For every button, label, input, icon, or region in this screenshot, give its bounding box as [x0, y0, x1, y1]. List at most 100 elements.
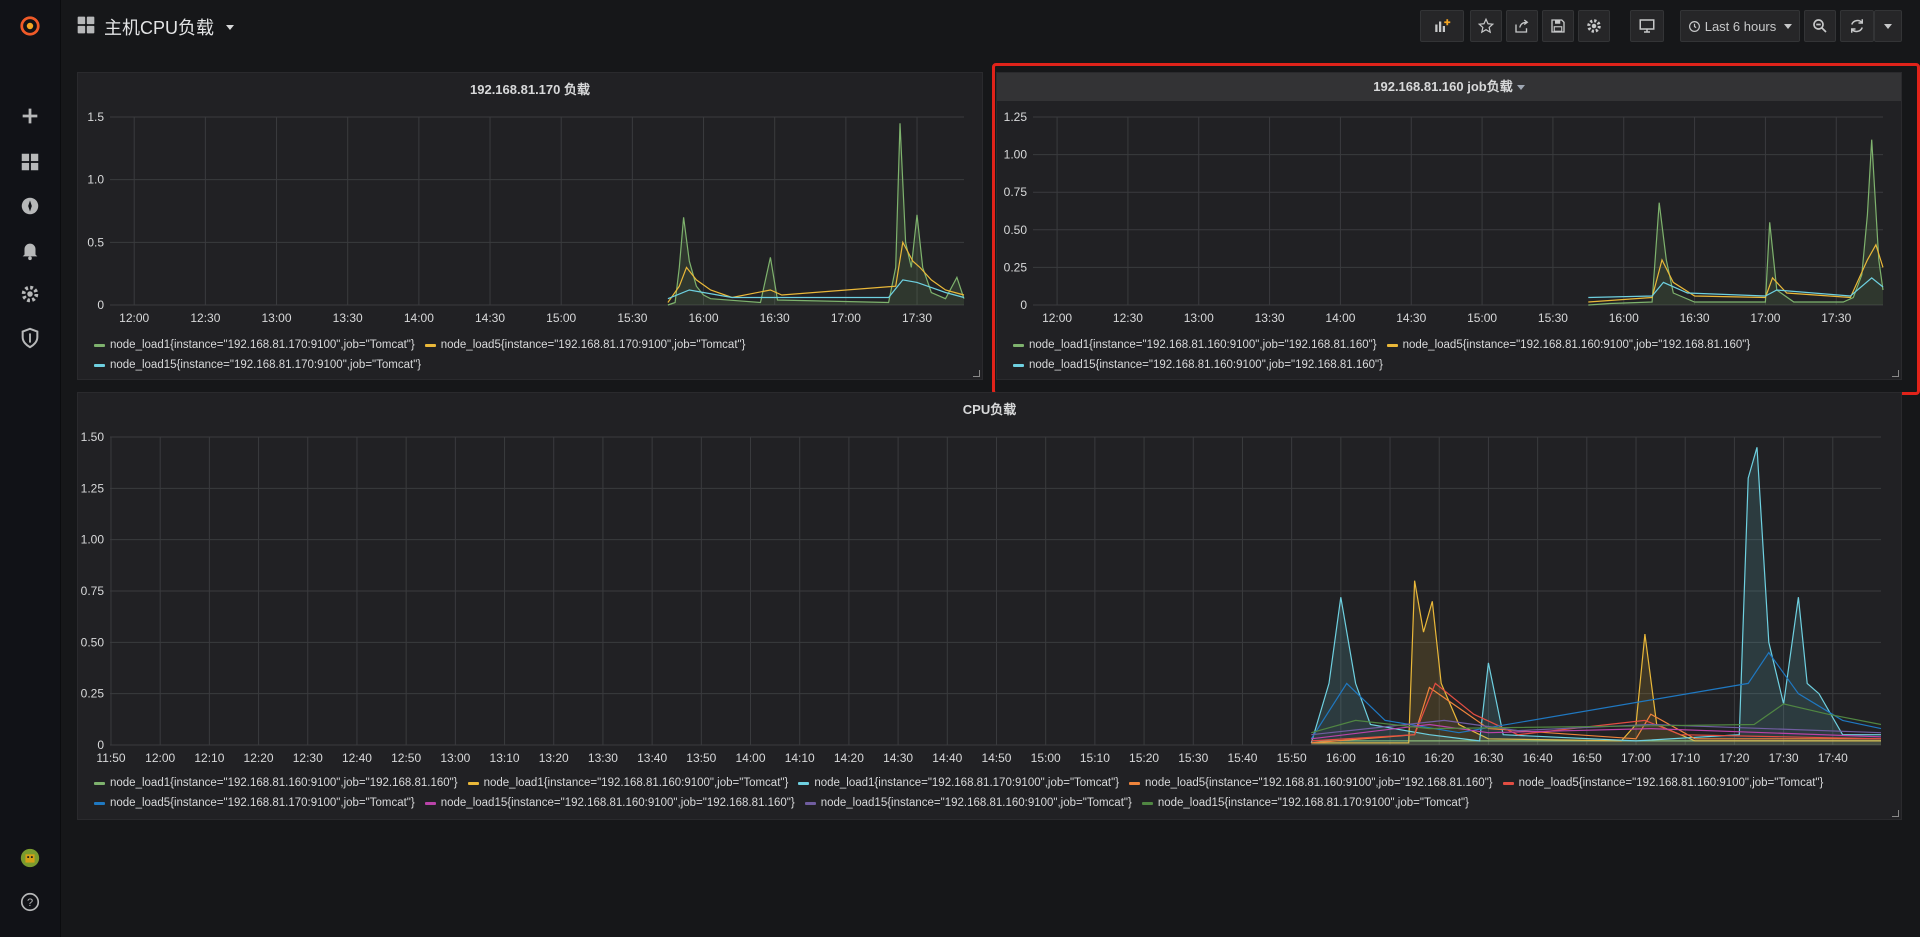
x-tick-label: 16:10 — [1375, 751, 1405, 765]
chevron-down-icon — [1516, 85, 1525, 91]
refresh-button[interactable] — [1840, 10, 1874, 42]
legend-item[interactable]: node_load1{instance="192.168.81.160:9100… — [1013, 336, 1377, 355]
refresh-interval-dropdown[interactable] — [1874, 10, 1902, 42]
y-tick-label: 1.0 — [87, 173, 104, 187]
legend-swatch — [1013, 364, 1024, 367]
legend-label: node_load5{instance="192.168.81.160:9100… — [1145, 777, 1493, 789]
share-button[interactable] — [1506, 10, 1538, 42]
user-avatar-icon[interactable] — [14, 842, 46, 874]
graph-cpu-load[interactable]: 0 0.25 0.50 0.75 1.00 1.25 1.50 11:50 12:00 12:10… — [78, 423, 1903, 823]
y-tick-label: 1.5 — [87, 110, 104, 124]
legend-item[interactable]: node_load15{instance="192.168.81.170:910… — [94, 356, 421, 375]
zoom-out-icon — [1813, 19, 1827, 33]
legend-swatch — [94, 344, 105, 347]
legend-swatch — [1013, 344, 1024, 347]
configuration-gear-icon[interactable] — [14, 278, 46, 310]
settings-button[interactable] — [1578, 10, 1610, 42]
legend-item[interactable]: node_load15{instance="192.168.81.170:910… — [1141, 794, 1469, 813]
resize-handle[interactable] — [1892, 810, 1899, 817]
x-tick-label: 14:30 — [475, 311, 505, 325]
series-line[interactable] — [1588, 243, 1884, 303]
time-range-picker[interactable]: Last 6 hours — [1680, 10, 1800, 42]
legend-item[interactable]: node_load5{instance="192.168.81.160:9100… — [1502, 774, 1823, 793]
x-tick-label: 14:00 — [1325, 311, 1355, 325]
clock-icon — [1688, 20, 1700, 32]
legend-label: node_load15{instance="192.168.81.170:910… — [1157, 797, 1469, 809]
resize-handle[interactable] — [973, 370, 980, 377]
legend-item[interactable]: node_load5{instance="192.168.81.160:9100… — [1129, 774, 1493, 793]
plus-icon[interactable] — [14, 100, 46, 132]
x-tick-label: 17:00 — [1750, 311, 1780, 325]
x-tick-label: 15:30 — [617, 311, 647, 325]
panel-host-160-job-load[interactable]: 192.168.81.160 job负载 0 0.25 0.50 0.75 1.00 1.… — [996, 72, 1902, 380]
sidebar: ? — [0, 0, 61, 937]
dashboard-picker[interactable]: 主机CPU负载 — [76, 14, 235, 40]
x-tick-label: 16:20 — [1424, 751, 1454, 765]
star-button[interactable] — [1470, 10, 1502, 42]
alerting-bell-icon[interactable] — [14, 234, 46, 266]
panel-cpu-load[interactable]: CPU负载 0 0.25 0.50 0.75 1.00 1.25 1.50 11:50 12:0… — [77, 392, 1902, 820]
y-tick-label: 1.50 — [81, 430, 105, 444]
legend-label: node_load1{instance="192.168.81.170:9100… — [110, 339, 415, 351]
x-tick-label: 17:00 — [1621, 751, 1651, 765]
legend-item[interactable]: node_load5{instance="192.168.81.170:9100… — [424, 336, 745, 355]
x-tick-label: 12:10 — [194, 751, 224, 765]
add-panel-button[interactable] — [1420, 10, 1464, 42]
zoom-out-button[interactable] — [1804, 10, 1836, 42]
panel-title[interactable]: 192.168.81.170 负载 — [78, 79, 982, 98]
series-line[interactable] — [1588, 277, 1884, 299]
legend-label: node_load1{instance="192.168.81.170:9100… — [814, 777, 1120, 789]
legend-item[interactable]: node_load1{instance="192.168.81.170:9100… — [94, 336, 415, 355]
chevron-down-icon — [226, 24, 235, 30]
grafana-logo-icon[interactable] — [14, 10, 46, 42]
save-button[interactable] — [1542, 10, 1574, 42]
dashboards-icon[interactable] — [14, 146, 46, 178]
explore-compass-icon[interactable] — [14, 190, 46, 222]
y-tick-label: 0.25 — [1004, 260, 1028, 274]
legend-item[interactable]: node_load1{instance="192.168.81.170:9100… — [798, 774, 1119, 793]
series-line[interactable] — [1588, 139, 1884, 306]
x-tick-label: 17:20 — [1719, 751, 1749, 765]
legend-item[interactable]: node_load1{instance="192.168.81.160:9100… — [467, 774, 788, 793]
chevron-down-icon — [1784, 23, 1793, 29]
x-tick-label: 15:40 — [1227, 751, 1257, 765]
panel-title-menu[interactable]: 192.168.81.160 job负载 — [997, 73, 1901, 101]
x-tick-label: 13:30 — [1255, 311, 1285, 325]
star-icon — [1477, 17, 1495, 34]
resize-handle[interactable] — [1892, 370, 1899, 377]
save-icon — [1551, 19, 1565, 33]
legend-item[interactable]: node_load15{instance="192.168.81.160:910… — [804, 794, 1132, 813]
x-tick-label: 15:50 — [1277, 751, 1307, 765]
x-tick-label: 16:50 — [1572, 751, 1602, 765]
tv-mode-button[interactable] — [1630, 10, 1664, 42]
panel-title: 192.168.81.160 job负载 — [1373, 79, 1513, 94]
x-tick-label: 12:30 — [293, 751, 323, 765]
x-tick-label: 16:00 — [1326, 751, 1356, 765]
server-admin-shield-icon[interactable] — [14, 322, 46, 354]
top-navbar: 主机CPU负载 Last 6 hours — [60, 0, 1920, 54]
legend-item[interactable]: node_load15{instance="192.168.81.160:910… — [1013, 356, 1383, 375]
x-tick-label: 14:00 — [404, 311, 434, 325]
x-tick-label: 17:00 — [831, 311, 861, 325]
legend-item[interactable]: node_load15{instance="192.168.81.160:910… — [424, 794, 795, 813]
legend-item[interactable]: node_load1{instance="192.168.81.160:9100… — [94, 774, 458, 793]
x-tick-label: 14:50 — [981, 751, 1011, 765]
y-tick-label: 1.25 — [1004, 110, 1028, 124]
legend-swatch — [1141, 802, 1153, 805]
help-icon[interactable]: ? — [14, 886, 46, 918]
legend: node_load1{instance="192.168.81.170:9100… — [94, 335, 954, 375]
legend-swatch — [424, 802, 436, 805]
legend-item[interactable]: node_load5{instance="192.168.81.160:9100… — [1386, 336, 1750, 355]
legend-item[interactable]: node_load5{instance="192.168.81.170:9100… — [94, 794, 415, 813]
x-tick-label: 14:30 — [1396, 311, 1426, 325]
legend-swatch — [1386, 344, 1398, 347]
y-tick-label: 1.00 — [81, 533, 105, 547]
panel-title[interactable]: CPU负载 — [78, 399, 1901, 418]
legend-label: node_load15{instance="192.168.81.160:910… — [820, 797, 1132, 809]
x-tick-label: 12:30 — [1113, 311, 1143, 325]
y-tick-label: 1.25 — [81, 481, 105, 495]
legend-label: node_load1{instance="192.168.81.160:9100… — [110, 777, 458, 789]
x-tick-label: 13:50 — [686, 751, 716, 765]
panel-host-170-load[interactable]: 192.168.81.170 负载 0 0.5 1.0 1.5 12:00 12:30 13… — [77, 72, 983, 380]
legend-swatch — [94, 782, 105, 785]
